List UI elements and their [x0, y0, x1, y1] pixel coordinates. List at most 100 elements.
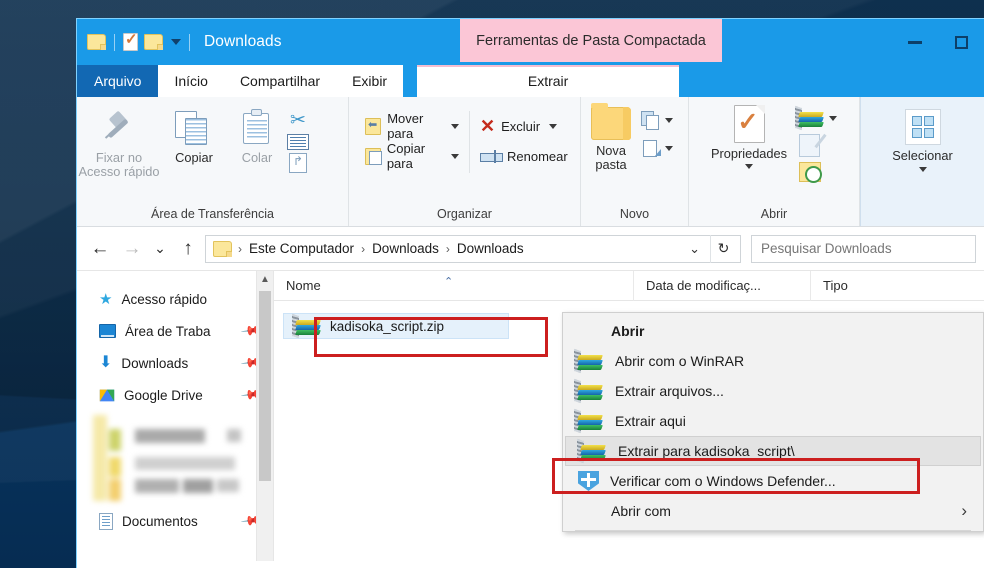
paste-button[interactable]: Colar — [227, 103, 287, 165]
breadcrumb-item-0[interactable]: Este Computador — [246, 241, 357, 256]
back-button[interactable]: ← — [85, 234, 115, 264]
search-placeholder: Pesquisar Downloads — [761, 241, 892, 256]
breadcrumb-caret-icon[interactable]: ⌄ — [682, 241, 707, 257]
sidebar-item-area-de-trabalho[interactable]: Área de Traba 📌 — [77, 315, 273, 347]
open-with-caret-icon[interactable] — [829, 115, 837, 121]
sidebar-item-acesso-rapido-label: Acesso rápido — [121, 291, 208, 307]
select-label: Selecionar — [892, 148, 953, 163]
open-with-winrar-icon[interactable] — [795, 105, 825, 131]
tab-exibir[interactable]: Exibir — [336, 65, 404, 97]
sidebar-item-area-de-trabalho-label: Área de Traba — [125, 323, 211, 339]
recent-locations-caret-icon: ⌄ — [154, 240, 166, 256]
delete-caret-icon[interactable] — [549, 123, 558, 129]
scissors-icon[interactable]: ✂ — [287, 111, 309, 131]
document-icon — [99, 512, 113, 530]
recent-locations-button[interactable]: ⌄ — [149, 234, 171, 264]
menu-item-verificar-defender[interactable]: Verificar com o Windows Defender... — [563, 466, 983, 496]
menu-item-extrair-arquivos[interactable]: Extrair arquivos... — [563, 376, 983, 406]
history-icon[interactable] — [799, 162, 822, 183]
copy-icon — [173, 109, 215, 147]
select-button[interactable]: Selecionar — [875, 109, 971, 172]
new-item-caret-icon[interactable] — [665, 118, 673, 123]
menu-item-extrair-para-pasta[interactable]: Extrair para kadisoka_script\ — [565, 436, 981, 466]
tab-arquivo[interactable]: Arquivo — [77, 65, 159, 97]
breadcrumb-folder-icon — [213, 240, 232, 257]
tab-compartilhar[interactable]: Compartilhar — [223, 65, 337, 97]
customize-caret-icon[interactable] — [171, 39, 181, 45]
properties-label: Propriedades — [710, 146, 788, 161]
properties-button[interactable]: Propriedades — [699, 105, 799, 169]
refresh-button[interactable]: ↻ — [710, 234, 736, 263]
new-item-icon[interactable] — [641, 111, 661, 130]
ribbon-group-select-label — [861, 221, 984, 226]
minimize-button[interactable] — [892, 19, 938, 65]
tab-extrair-label: Extrair — [527, 73, 569, 89]
sidebar-blurred-items[interactable] — [87, 413, 273, 503]
copy-to-caret-icon[interactable] — [451, 153, 460, 159]
window-controls — [892, 19, 984, 65]
sidebar-item-google-drive[interactable]: Google Drive 📌 — [77, 379, 273, 411]
scroll-up-icon[interactable]: ▲ — [257, 271, 273, 288]
tab-extrair[interactable]: Extrair — [417, 65, 680, 97]
quick-access-toolbar — [77, 19, 192, 65]
scrollbar-thumb[interactable] — [259, 291, 271, 481]
up-button[interactable]: ↑ — [173, 234, 203, 264]
breadcrumb-item-1[interactable]: Downloads — [369, 241, 442, 256]
copy-path-icon[interactable] — [287, 134, 309, 150]
menu-item-abrir-com-label: Abrir com — [611, 503, 671, 519]
winrar-icon — [574, 348, 604, 374]
breadcrumb[interactable]: › Este Computador › Downloads › Download… — [205, 234, 741, 263]
breadcrumb-item-2[interactable]: Downloads — [454, 241, 527, 256]
rename-icon — [480, 149, 504, 163]
paste-shortcut-icon[interactable] — [289, 153, 307, 173]
menu-item-abrir-com-winrar[interactable]: Abrir com o WinRAR — [563, 346, 983, 376]
easy-access-icon[interactable] — [641, 139, 661, 158]
properties-caret-icon[interactable] — [745, 164, 753, 169]
column-headers: Nome ⌃ Data de modificaç... Tipo — [274, 270, 984, 301]
tab-inicio[interactable]: Início — [158, 65, 224, 97]
menu-item-abrir-com[interactable]: Abrir com › — [563, 496, 983, 526]
ribbon-group-organize: Mover para Copiar para ✕ Excluir — [349, 97, 581, 226]
pin-to-quick-access-button[interactable]: Fixar no Acesso rápido — [77, 103, 161, 179]
column-header-nome[interactable]: Nome ⌃ — [274, 270, 634, 301]
folder-icon[interactable] — [87, 34, 106, 50]
copy-button[interactable]: Copiar — [161, 103, 227, 165]
new-folder-icon — [591, 103, 631, 140]
move-to-icon — [365, 117, 382, 135]
paste-icon — [240, 109, 274, 147]
menu-item-extrair-arquivos-label: Extrair arquivos... — [615, 383, 724, 399]
new-folder-button[interactable]: Nova pasta — [581, 103, 641, 172]
sort-ascending-icon: ⌃ — [444, 275, 454, 288]
forward-button[interactable]: → — [117, 234, 147, 264]
sidebar-item-downloads[interactable]: ⬇ Downloads 📌 — [77, 347, 273, 379]
qat-divider — [114, 33, 115, 51]
table-row[interactable]: kadisoka_script.zip — [283, 313, 509, 339]
sidebar-item-documentos-label: Documentos — [122, 513, 198, 529]
ribbon-group-new-label: Novo — [619, 207, 650, 221]
chevron-right-icon: › — [961, 501, 967, 520]
sidebar-item-acesso-rapido[interactable]: ★ Acesso rápido — [77, 283, 273, 315]
copy-to-button[interactable]: Copiar para — [361, 141, 463, 171]
new-folder-icon[interactable] — [144, 34, 163, 50]
sidebar-item-documentos[interactable]: Documentos 📌 — [77, 505, 273, 537]
menu-item-abrir[interactable]: Abrir — [563, 316, 983, 346]
menu-item-extrair-aqui[interactable]: Extrair aqui — [563, 406, 983, 436]
search-box[interactable]: Pesquisar Downloads — [751, 234, 976, 263]
column-header-tipo[interactable]: Tipo — [811, 271, 941, 301]
select-caret-icon[interactable] — [918, 167, 927, 172]
new-folder-label-line2: pasta — [595, 157, 627, 172]
easy-access-caret-icon[interactable] — [665, 146, 673, 151]
maximize-button[interactable] — [938, 19, 984, 65]
ribbon-group-clipboard-label: Área de Transferência — [151, 207, 274, 221]
move-to-button[interactable]: Mover para — [361, 111, 463, 141]
back-arrow-icon: ← — [90, 237, 110, 259]
rename-button[interactable]: Renomear — [476, 141, 580, 171]
edit-icon[interactable] — [799, 134, 820, 157]
download-arrow-icon: ⬇ — [99, 354, 113, 371]
delete-button[interactable]: ✕ Excluir — [476, 111, 580, 141]
column-header-data[interactable]: Data de modificaç... — [634, 270, 811, 301]
move-to-caret-icon[interactable] — [451, 123, 460, 129]
properties-icon[interactable] — [123, 31, 138, 51]
minimize-icon — [908, 40, 922, 44]
navigation-scrollbar[interactable]: ▲ — [256, 271, 273, 561]
